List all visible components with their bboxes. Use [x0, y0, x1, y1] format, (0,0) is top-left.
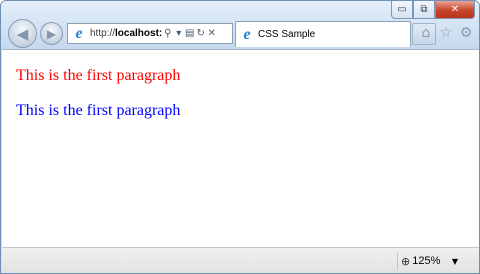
minimize-button[interactable]: ▭	[391, 1, 413, 19]
browser-chrome: ▭ ⧉ ✕ ◀ ▶ e http://localhost: ⚲ ▾ ▤ ↻ ✕ …	[1, 1, 479, 49]
browser-window: ▭ ⧉ ✕ ◀ ▶ e http://localhost: ⚲ ▾ ▤ ↻ ✕ …	[0, 0, 480, 274]
settings-icon[interactable]: ⚙	[458, 24, 474, 42]
address-dropdown-icon[interactable]: ▾	[173, 28, 184, 39]
address-url[interactable]: http://localhost:	[90, 28, 162, 39]
address-bar[interactable]: e http://localhost: ⚲ ▾ ▤ ↻ ✕	[67, 23, 233, 44]
tab-title: CSS Sample	[258, 29, 316, 40]
url-host: localhost:	[115, 28, 163, 39]
favorites-icon[interactable]: ☆	[438, 24, 454, 42]
forward-button[interactable]: ▶	[40, 22, 63, 45]
arrow-right-icon: ▶	[46, 26, 57, 41]
zoom-control[interactable]: ⊕ 125%	[397, 252, 440, 270]
url-scheme: http://	[90, 28, 116, 39]
page-content: This is the first paragraph This is the …	[2, 49, 479, 247]
minimize-icon: ▭	[397, 4, 407, 15]
compatibility-view-icon[interactable]: ▤	[184, 28, 195, 39]
close-window-button[interactable]: ✕	[435, 1, 475, 19]
ie-icon: e	[75, 24, 83, 42]
zoom-icon: ⊕	[401, 254, 411, 268]
arrow-left-icon: ◀	[16, 24, 29, 43]
tab-favicon-icon: e	[243, 25, 251, 43]
paragraph-blue: This is the first paragraph	[16, 102, 181, 119]
paragraph-red: This is the first paragraph	[16, 67, 181, 84]
zoom-dropdown-icon[interactable]: ▼	[446, 252, 464, 270]
refresh-icon[interactable]: ↻	[195, 28, 206, 39]
zoom-level: 125%	[412, 255, 441, 267]
restore-icon: ⧉	[420, 4, 428, 15]
status-bar: ⊕ 125% ▼	[2, 247, 479, 273]
stop-icon[interactable]: ✕	[206, 28, 217, 39]
tab-css-sample[interactable]: e CSS Sample	[235, 21, 411, 47]
back-button[interactable]: ◀	[8, 19, 37, 48]
search-icon[interactable]: ⚲	[162, 28, 173, 39]
home-icon[interactable]: ⌂	[418, 24, 434, 42]
close-icon: ✕	[450, 4, 460, 15]
window-caption-buttons: ▭ ⧉ ✕	[391, 1, 475, 19]
restore-button[interactable]: ⧉	[413, 1, 435, 19]
